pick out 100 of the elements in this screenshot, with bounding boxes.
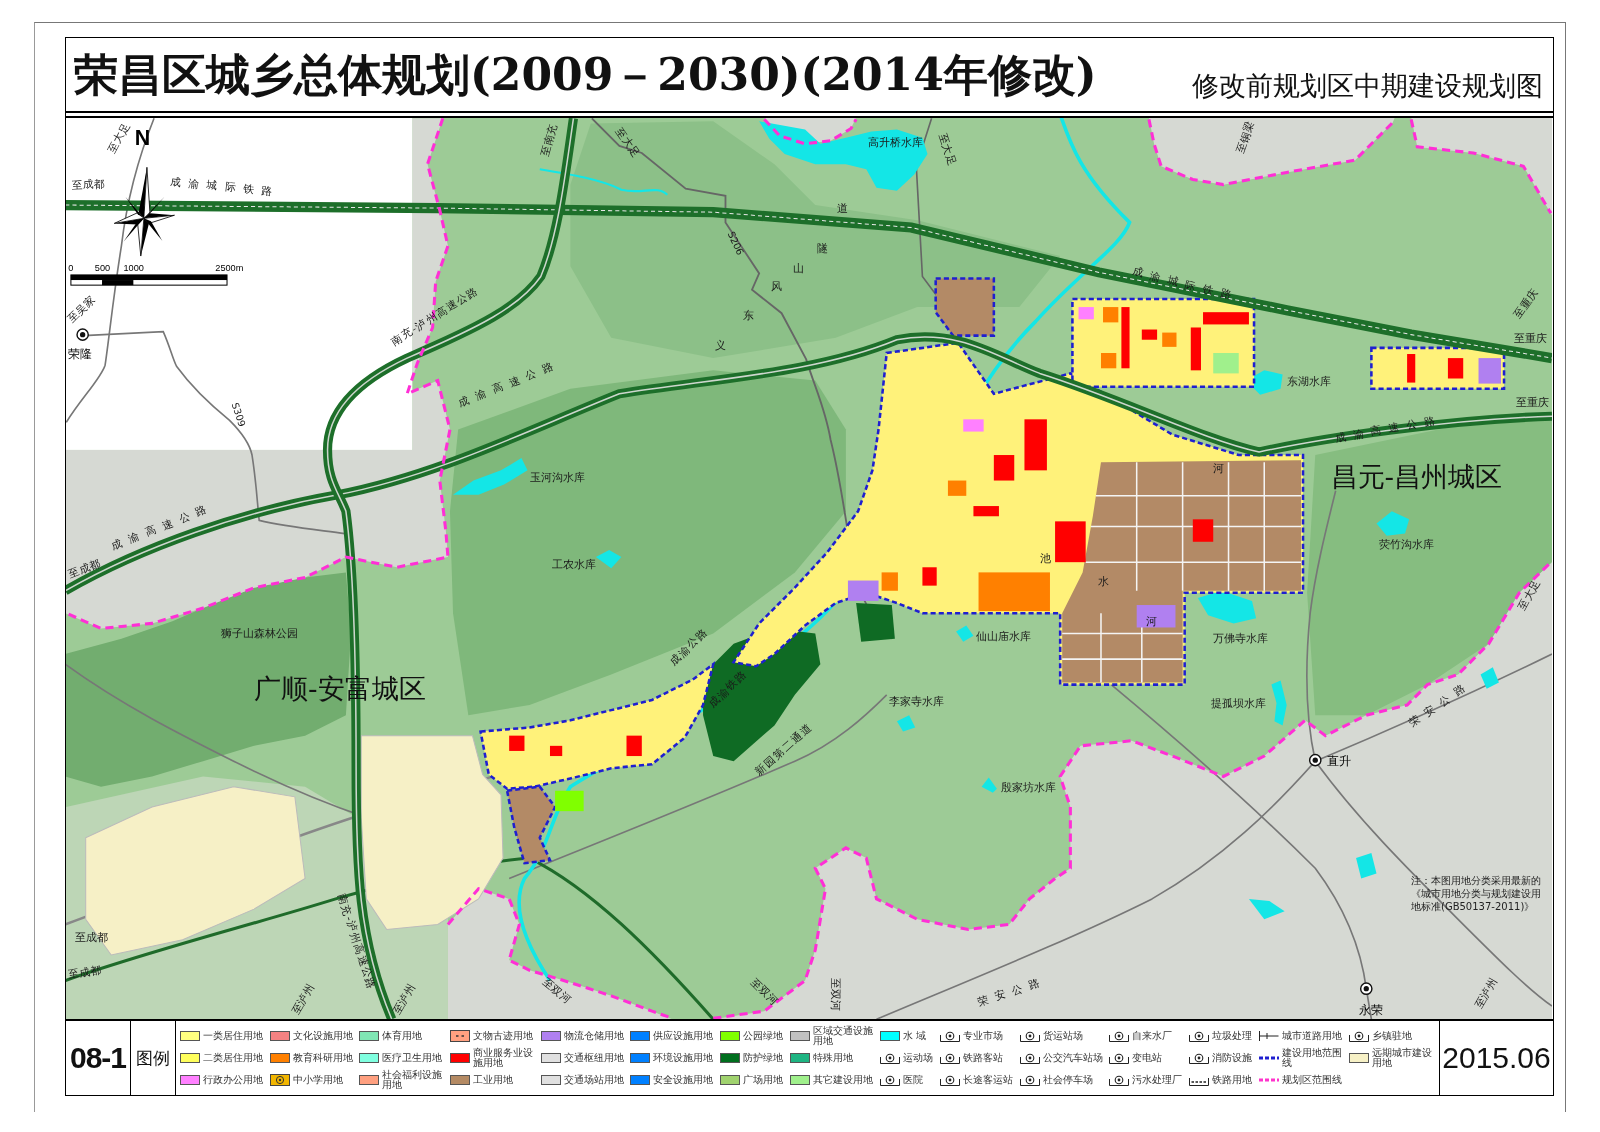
road-label: 成渝铁路 bbox=[706, 667, 750, 711]
legend-label: 物流仓储用地 bbox=[563, 1030, 624, 1042]
circle-symbol-icon bbox=[1019, 1074, 1040, 1086]
town-marker-icon bbox=[76, 328, 89, 341]
commercial-parcel bbox=[1024, 419, 1047, 471]
reservoir-shape bbox=[981, 777, 997, 793]
direction-label: 至成都 bbox=[75, 930, 109, 944]
district-label: 昌元-昌州城区 bbox=[1330, 460, 1503, 492]
protective-belt-area bbox=[856, 603, 895, 642]
direction-label: 至大足 bbox=[1515, 577, 1543, 613]
reservoir-label: 高升桥水库 bbox=[868, 135, 924, 149]
park-label: 狮子山森林公园 bbox=[221, 626, 299, 640]
circle-symbol-icon bbox=[939, 1074, 960, 1086]
commercial-parcel bbox=[973, 506, 999, 517]
town-marker-icon bbox=[1308, 753, 1322, 767]
reservoir-label: 殷家坊水库 bbox=[1001, 780, 1056, 794]
map-note: 注：本图用地分类采用最新的《城市用地分类与规划建设用地标准(GB50137-2011)》 bbox=[1411, 874, 1542, 913]
commercial-parcel bbox=[1055, 521, 1086, 563]
legend-label: 行政办公用地 bbox=[203, 1074, 263, 1086]
commercial-parcel bbox=[550, 745, 563, 757]
direction-label: 至铜梁 bbox=[1233, 119, 1257, 156]
legend-label: 供应设施用地 bbox=[653, 1030, 714, 1042]
direction-label: 至大足 bbox=[105, 120, 133, 156]
legend-label: 防护绿地 bbox=[742, 1052, 783, 1064]
pond-shape bbox=[1248, 898, 1285, 920]
river-label: 河 bbox=[1145, 615, 1157, 629]
legend-label: 变电站 bbox=[1132, 1052, 1163, 1064]
road-label: 成渝高速公路 bbox=[1333, 413, 1444, 445]
legend-label: 交通场站用地 bbox=[563, 1074, 624, 1086]
road-label: 山 bbox=[792, 262, 804, 276]
legend-label: 特殊用地 bbox=[812, 1052, 853, 1064]
legend-label: 水 域 bbox=[903, 1030, 927, 1042]
direction-label: 至重庆 bbox=[1516, 396, 1550, 410]
legend-label: 建设用地范围线 bbox=[1281, 1047, 1343, 1069]
road-label: 隧 bbox=[817, 242, 829, 255]
legend-label: 安全设施用地 bbox=[653, 1074, 714, 1086]
circle-symbol-icon bbox=[1109, 1074, 1130, 1086]
scale-label: 0 bbox=[68, 263, 74, 274]
direction-label: 至吴家 bbox=[66, 293, 98, 326]
reservoir-shape bbox=[1271, 680, 1287, 726]
reservoir-shape bbox=[595, 549, 622, 569]
town-label: 荣隆 bbox=[68, 347, 93, 362]
road-label: 义 bbox=[715, 338, 727, 352]
pond-shape bbox=[1480, 667, 1499, 689]
warehouse-parcel bbox=[1478, 358, 1501, 384]
direction-label: 至泸州 bbox=[289, 981, 318, 1017]
road-line-icon bbox=[1258, 1030, 1279, 1042]
road-label: 东 bbox=[742, 309, 754, 323]
legend-label: 工业用地 bbox=[472, 1074, 513, 1086]
reservoir-label: 李家寺水库 bbox=[888, 695, 944, 709]
map-title: 荣昌区城乡总体规划(2009－2030)(2014年修改) bbox=[74, 52, 1097, 97]
commercial-parcel bbox=[1203, 312, 1249, 325]
circle-symbol-icon bbox=[880, 1052, 901, 1064]
road-label: 成渝公路 bbox=[667, 625, 711, 669]
legend-label: 公园绿地 bbox=[742, 1030, 783, 1042]
legend-label: 长途客运站 bbox=[962, 1074, 1013, 1086]
road-label: 南充-泸州高速公路 bbox=[388, 283, 482, 349]
direction-label: 至泸州 bbox=[390, 981, 419, 1017]
legend-label: 污水处理厂 bbox=[1132, 1074, 1183, 1086]
reservoir-shape bbox=[896, 715, 916, 732]
reservoir-shape bbox=[1376, 511, 1410, 536]
legend-label: 货运站场 bbox=[1042, 1030, 1083, 1042]
direction-label: 至成都 bbox=[66, 556, 103, 582]
legend-label: 自来水厂 bbox=[1132, 1030, 1173, 1042]
legend-label: 铁路用地 bbox=[1212, 1074, 1252, 1086]
legend-label: 专业市场 bbox=[962, 1030, 1003, 1042]
legend-label: 社会福利设施用地 bbox=[382, 1069, 444, 1091]
legend-label: 二类居住用地 bbox=[203, 1052, 263, 1064]
scale-label: 500 bbox=[94, 263, 111, 274]
road-label: 新园第二通道 bbox=[752, 720, 815, 779]
legend-title: 图例 bbox=[136, 1046, 170, 1070]
scale-label: 1000 bbox=[123, 263, 144, 274]
direction-label: 至成都 bbox=[67, 962, 103, 982]
town-marker-icon bbox=[1359, 982, 1373, 996]
reservoir-label: 玉河沟水库 bbox=[529, 470, 585, 484]
park-parcel bbox=[1213, 353, 1239, 374]
education-parcel bbox=[978, 572, 1050, 612]
north-label: N bbox=[134, 125, 151, 150]
direction-label: 至泸州 bbox=[1471, 975, 1500, 1011]
circle-symbol-icon bbox=[1019, 1030, 1040, 1042]
direction-label: 至重庆 bbox=[1511, 286, 1541, 322]
legend-label: 乡镇驻地 bbox=[1372, 1030, 1413, 1042]
direction-label: 至双河 bbox=[828, 978, 842, 1012]
legend-label: 一类居住用地 bbox=[203, 1030, 263, 1042]
reservoir-label: 提孤坝水库 bbox=[1211, 697, 1267, 711]
road-label: 道 bbox=[836, 202, 848, 216]
river-label: 河 bbox=[1213, 462, 1225, 476]
legend-label: 教育科研用地 bbox=[292, 1052, 353, 1064]
reservoir-shape bbox=[1197, 590, 1257, 624]
commercial-parcel bbox=[1190, 327, 1201, 371]
commercial-parcel bbox=[922, 567, 937, 586]
circle-symbol-icon bbox=[1109, 1052, 1130, 1064]
legend-label: 规划区范围线 bbox=[1281, 1074, 1342, 1086]
legend-label: 消防设施 bbox=[1212, 1052, 1252, 1064]
sheet-number: 08-1 bbox=[69, 1041, 126, 1075]
circle-symbol-icon bbox=[1109, 1030, 1130, 1042]
legend-label: 商业服务业设施用地 bbox=[472, 1047, 534, 1069]
direction-label: 至双河 bbox=[539, 974, 574, 1007]
commercial-parcel bbox=[1407, 354, 1416, 383]
circle-symbol-icon bbox=[939, 1030, 960, 1042]
